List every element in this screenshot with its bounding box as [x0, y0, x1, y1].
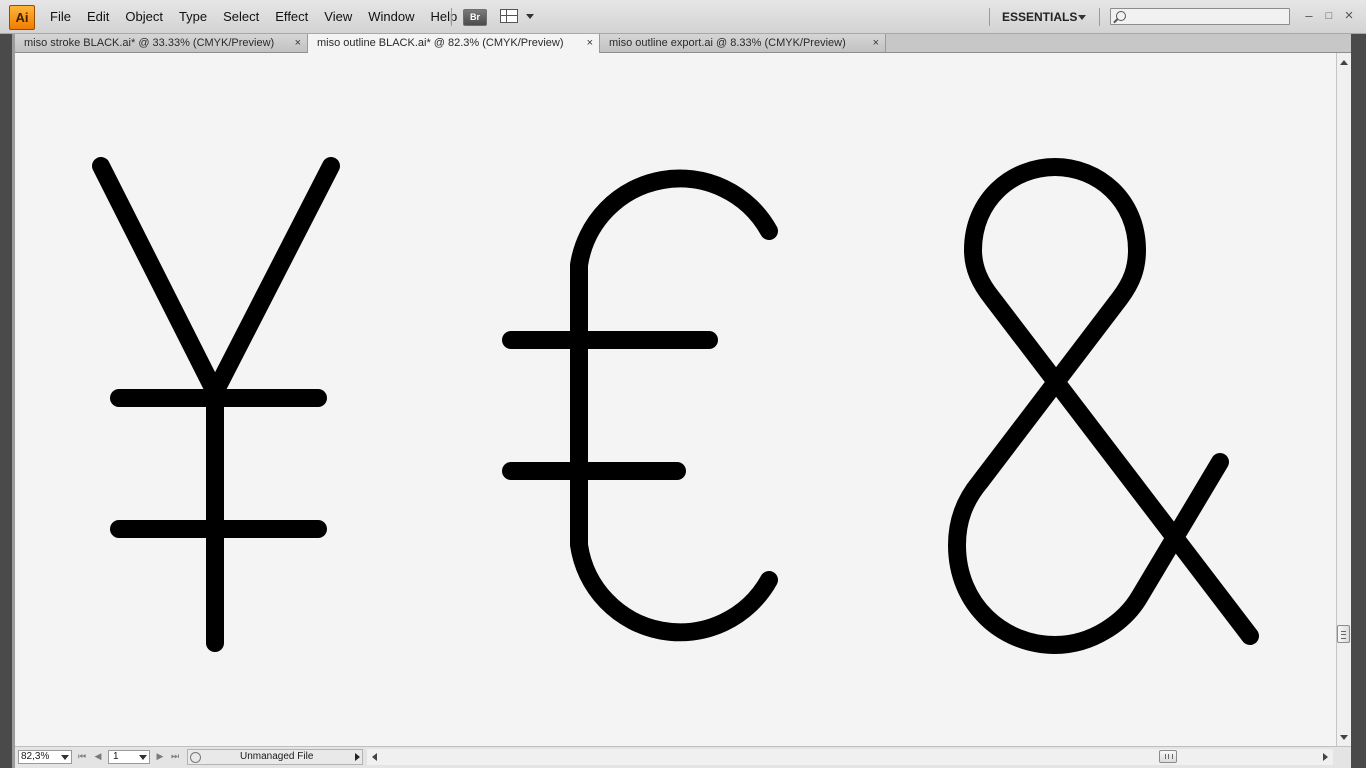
- left-panel-edge: [0, 34, 15, 768]
- close-button[interactable]: ×: [1341, 7, 1357, 25]
- chevron-down-icon: [526, 14, 534, 19]
- menu-separator: [1099, 8, 1100, 26]
- close-icon[interactable]: ×: [295, 34, 301, 52]
- menu-view[interactable]: View: [316, 0, 360, 34]
- maximize-button[interactable]: □: [1321, 7, 1337, 25]
- status-field[interactable]: Unmanaged File: [187, 749, 363, 765]
- menu-separator: [451, 8, 452, 26]
- vertical-scrollbar[interactable]: [1336, 53, 1351, 746]
- vertical-scroll-thumb[interactable]: [1337, 625, 1350, 643]
- zoom-level-value: 82,3%: [21, 751, 50, 762]
- workspace-switcher[interactable]: ESSENTIALS: [1002, 0, 1086, 34]
- chevron-down-icon: [139, 755, 147, 760]
- status-bar: 82,3% ⏮ ◀ 1 ▶ ⏭ Unmanaged File: [15, 746, 1351, 768]
- zoom-level-select[interactable]: 82,3%: [18, 750, 72, 764]
- menu-edit[interactable]: Edit: [79, 0, 117, 34]
- last-artboard-icon[interactable]: ⏭: [170, 751, 180, 761]
- menu-help[interactable]: Help: [422, 0, 465, 34]
- horizontal-scroll-thumb[interactable]: [1159, 750, 1177, 763]
- illustrator-logo: Ai: [9, 5, 35, 30]
- menu-window[interactable]: Window: [360, 0, 422, 34]
- ampersand-glyph[interactable]: [948, 158, 1259, 654]
- arrange-documents-icon: [500, 9, 518, 23]
- workspace-label: ESSENTIALS: [1002, 10, 1078, 24]
- search-icon: [1116, 11, 1126, 21]
- artboard-number-select[interactable]: 1: [108, 750, 150, 764]
- arrange-documents-button[interactable]: [500, 9, 536, 25]
- previous-artboard-icon[interactable]: ◀: [93, 751, 103, 761]
- menu-effect[interactable]: Effect: [267, 0, 316, 34]
- document-tab-bar: miso stroke BLACK.ai* @ 33.33% (CMYK/Pre…: [15, 34, 1351, 53]
- close-icon[interactable]: ×: [873, 34, 879, 52]
- menu-object[interactable]: Object: [117, 0, 171, 34]
- yen-sign-glyph[interactable]: [92, 157, 340, 652]
- tab-label: miso outline BLACK.ai* @ 82.3% (CMYK/Pre…: [317, 37, 564, 49]
- menu-select[interactable]: Select: [215, 0, 267, 34]
- next-artboard-icon[interactable]: ▶: [155, 751, 165, 761]
- scroll-left-icon[interactable]: [372, 753, 377, 761]
- tab-miso-stroke-black[interactable]: miso stroke BLACK.ai* @ 33.33% (CMYK/Pre…: [15, 34, 308, 52]
- chevron-down-icon: [1078, 15, 1086, 20]
- menu-separator: [989, 8, 990, 26]
- menu-type[interactable]: Type: [171, 0, 215, 34]
- scroll-down-icon[interactable]: [1340, 735, 1348, 740]
- menu-file[interactable]: File: [42, 0, 79, 34]
- artwork: [92, 157, 1259, 654]
- first-artboard-icon[interactable]: ⏮: [77, 751, 87, 761]
- tab-label: miso outline export.ai @ 8.33% (CMYK/Pre…: [609, 37, 846, 49]
- status-menu-icon[interactable]: [355, 753, 360, 761]
- scroll-right-icon[interactable]: [1323, 753, 1328, 761]
- chevron-down-icon: [61, 755, 69, 760]
- help-search-input[interactable]: [1110, 8, 1290, 25]
- tab-miso-outline-black[interactable]: miso outline BLACK.ai* @ 82.3% (CMYK/Pre…: [308, 34, 600, 53]
- status-icon: [190, 752, 201, 763]
- horizontal-scrollbar[interactable]: [367, 749, 1333, 765]
- tab-miso-outline-export[interactable]: miso outline export.ai @ 8.33% (CMYK/Pre…: [600, 34, 886, 52]
- close-icon[interactable]: ×: [587, 34, 593, 52]
- status-text: Unmanaged File: [240, 751, 314, 762]
- right-panel-edge: [1351, 34, 1366, 768]
- minimize-button[interactable]: –: [1301, 7, 1317, 25]
- go-to-bridge-button[interactable]: Br: [463, 9, 487, 26]
- artboard-number-value: 1: [113, 751, 119, 762]
- tab-label: miso stroke BLACK.ai* @ 33.33% (CMYK/Pre…: [24, 37, 275, 49]
- scroll-up-icon[interactable]: [1340, 60, 1348, 65]
- menu-items: File Edit Object Type Select Effect View…: [42, 0, 465, 34]
- pound-sign-glyph[interactable]: [502, 169, 778, 642]
- artboard-canvas[interactable]: [15, 53, 1336, 746]
- menu-bar: Ai File Edit Object Type Select Effect V…: [0, 0, 1366, 34]
